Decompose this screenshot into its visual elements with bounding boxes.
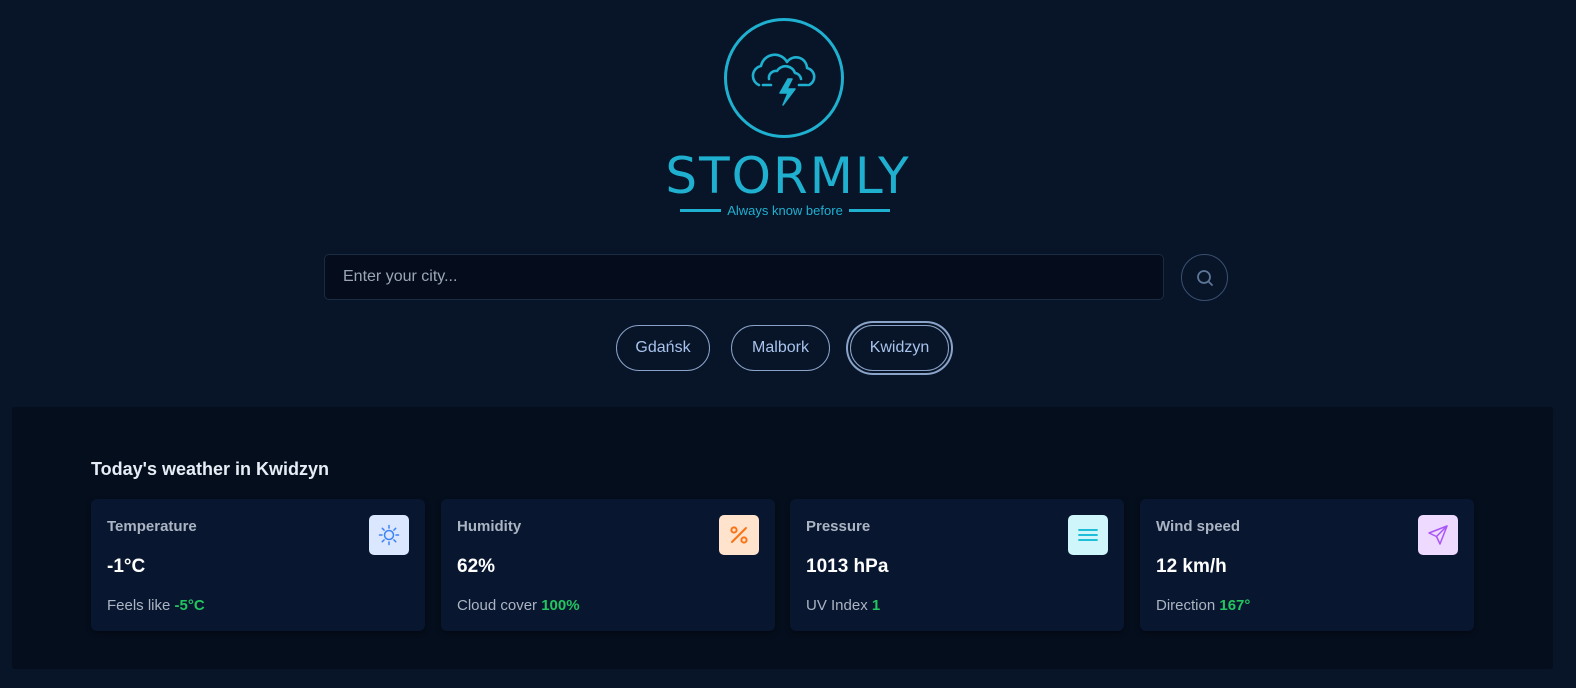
card-value: 62% <box>457 556 496 577</box>
tagline-rule-left <box>680 208 722 212</box>
city-chip-malbork[interactable]: Malbork <box>731 325 830 371</box>
wind-card: Wind speed 12 km/h Direction 167° <box>1140 499 1474 631</box>
logo: STORMLY Always know before <box>0 0 1576 230</box>
tagline-rule-right <box>848 208 890 212</box>
city-search-input[interactable] <box>324 254 1164 300</box>
card-icon-box <box>719 515 759 555</box>
tagline: Always know before <box>680 202 890 218</box>
card-sub: Direction 167° <box>1156 597 1250 614</box>
menu-lines-icon <box>1078 529 1098 541</box>
weather-panel: Today's weather in Kwidzyn Temperature -… <box>12 407 1553 669</box>
card-sub-label: UV Index <box>806 597 868 614</box>
logo-circle <box>724 18 844 138</box>
card-label: Temperature <box>107 518 197 535</box>
send-icon <box>1428 525 1448 545</box>
card-value: 12 km/h <box>1156 556 1227 577</box>
card-sub: Cloud cover 100% <box>457 597 580 614</box>
card-value: 1013 hPa <box>806 556 889 577</box>
percent-icon <box>730 526 748 544</box>
card-icon-box <box>1418 515 1458 555</box>
card-sub-label: Direction <box>1156 597 1216 614</box>
card-sub-label: Cloud cover <box>457 597 538 614</box>
card-icon-box <box>369 515 409 555</box>
storm-cloud-icon <box>751 53 816 106</box>
brand-name: STORMLY <box>665 147 911 205</box>
pressure-card: Pressure 1013 hPa UV Index 1 <box>790 499 1124 631</box>
card-sub: Feels like -5°C <box>107 597 205 614</box>
city-chip-gdansk[interactable]: Gdańsk <box>616 325 710 371</box>
city-chip-kwidzyn[interactable]: Kwidzyn <box>850 325 949 371</box>
card-sub-value: 100% <box>541 597 580 614</box>
card-label: Pressure <box>806 518 871 535</box>
search-icon <box>1196 269 1213 286</box>
card-label: Humidity <box>457 518 522 535</box>
card-sub-value: 167° <box>1219 597 1251 614</box>
card-sub-value: 1 <box>871 597 881 614</box>
card-label: Wind speed <box>1156 518 1241 535</box>
weather-title: Today's weather in Kwidzyn <box>91 459 329 479</box>
card-sub-value: -5°C <box>174 597 205 614</box>
quick-city-list: Gdańsk Malbork Kwidzyn <box>0 325 1576 373</box>
card-sub-label: Feels like <box>107 597 171 614</box>
search-button[interactable] <box>1181 254 1228 301</box>
card-value: -1°C <box>107 556 146 577</box>
tagline-text: Always know before <box>727 202 843 218</box>
card-icon-box <box>1068 515 1108 555</box>
humidity-card: Humidity 62% Cloud cover 100% <box>441 499 775 631</box>
temperature-card: Temperature -1°C Feels like -5°C <box>91 499 425 631</box>
card-sub: UV Index 1 <box>806 597 880 614</box>
sun-icon <box>378 524 400 546</box>
